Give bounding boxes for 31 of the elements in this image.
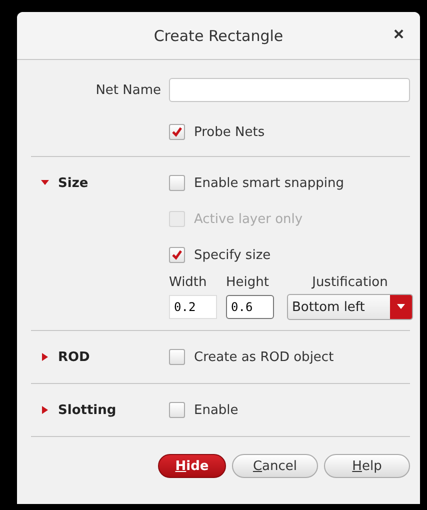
checkbox-label: Enable [194,402,238,418]
collapsed-triangle-icon[interactable] [41,353,49,361]
window-title: Create Rectangle [154,26,284,44]
checkbox-label: Active layer only [194,212,303,226]
expanded-triangle-icon[interactable] [41,179,49,187]
dialog-button[interactable]: Cancel [232,454,318,478]
width-label: Width [169,275,208,290]
justification-label: Justification [310,275,389,290]
dropdown-caret-icon [397,304,405,310]
justification-dropdown[interactable]: Bottom left [287,294,413,320]
checkbox[interactable] [169,247,185,263]
checkbox-label: Create as ROD object [194,350,334,364]
dialog-button[interactable]: Hide [158,454,226,478]
width-field[interactable]: 0.2 [169,295,217,319]
checkbox[interactable] [169,349,185,365]
checkbox[interactable] [169,402,185,418]
section-title[interactable]: ROD [58,350,90,364]
checkbox-label: Specify size [194,248,271,262]
checkbox[interactable] [169,175,185,191]
section-title[interactable]: Size [58,176,88,190]
height-field[interactable]: 0.6 [226,295,274,319]
net-name-label: Net Name [94,82,162,98]
collapsed-triangle-icon[interactable] [41,406,49,414]
height-label: Height [226,275,270,290]
close-button[interactable]: × [389,24,408,45]
dialog-button[interactable]: Help [324,454,410,478]
checkbox[interactable] [169,124,185,140]
net-name-field[interactable] [169,78,410,102]
checkbox-label: Probe Nets [194,124,265,140]
checkbox-label: Enable smart snapping [194,176,344,190]
section-title[interactable]: Slotting [58,402,116,418]
